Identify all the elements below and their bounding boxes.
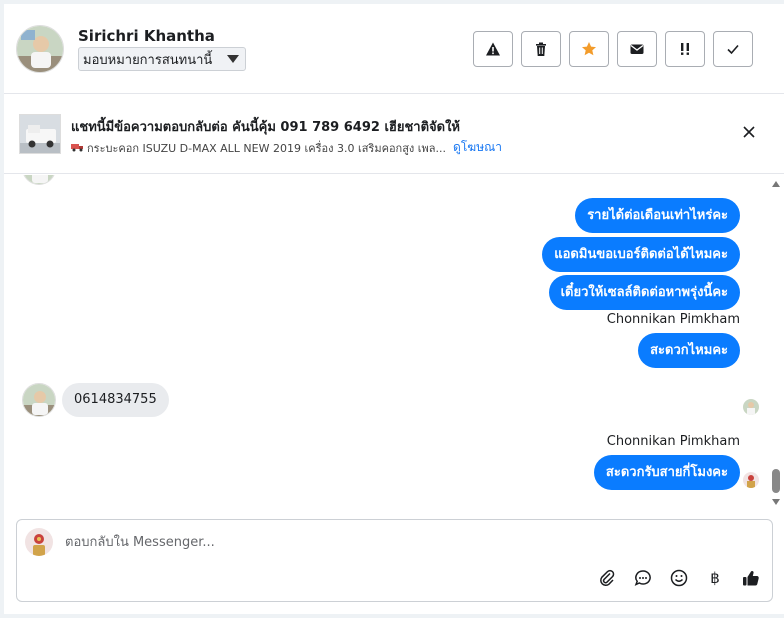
contact-avatar-small <box>22 175 56 185</box>
star-button[interactable] <box>569 31 609 67</box>
message-thread[interactable]: รายได้ต่อเดือนเท่าไหร่คะ แอดมินขอเบอร์ติ… <box>4 175 784 511</box>
paperclip-icon <box>600 569 615 587</box>
agent-avatar <box>743 472 759 488</box>
conversation-panel: Sirichri Khantha มอบหมายการสนทนานี้ แชทน… <box>4 4 784 614</box>
ad-title: แชทนี้มีข้อความตอบกลับต่อ คันนี้คุ้ม 091… <box>71 120 460 135</box>
truck-icon <box>71 144 83 152</box>
assign-label: มอบหมายการสนทนานี้ <box>83 52 213 68</box>
star-icon <box>582 42 596 56</box>
outgoing-message[interactable]: เดี๋ยวให้เซลล์ติดต่อหาพรุ่งนี้คะ <box>548 275 740 310</box>
composer-toolbar: ฿ <box>597 568 761 588</box>
contact-avatar[interactable] <box>16 25 64 73</box>
smiley-icon <box>670 569 688 587</box>
chevron-down-icon <box>227 55 239 63</box>
close-icon <box>743 126 755 138</box>
emoji-button[interactable] <box>669 568 689 588</box>
warning-icon <box>486 42 500 56</box>
follow-up-button[interactable] <box>665 31 705 67</box>
attach-button[interactable] <box>597 568 617 588</box>
mark-spam-button[interactable] <box>473 31 513 67</box>
scrollbar-thumb[interactable] <box>772 469 780 493</box>
ad-context-banner: แชทนี้มีข้อความตอบกลับต่อ คันนี้คุ้ม 091… <box>4 94 784 174</box>
mark-done-button[interactable] <box>713 31 753 67</box>
ad-thumbnail[interactable] <box>19 114 61 154</box>
outgoing-message[interactable]: แอดมินขอเบอร์ติดต่อได้ไหมคะ <box>542 237 740 272</box>
header-actions <box>473 31 753 67</box>
check-icon <box>727 44 739 55</box>
sender-name: Chonnikan Pimkham <box>606 434 740 449</box>
assign-conversation-dropdown[interactable]: มอบหมายการสนทนานี้ <box>78 47 246 71</box>
thread-scrollbar[interactable] <box>770 175 782 511</box>
outgoing-message[interactable]: สะดวกไหมคะ <box>638 333 740 368</box>
scroll-down-arrow-icon[interactable] <box>772 499 780 505</box>
sender-name: Chonnikan Pimkham <box>606 312 740 327</box>
outgoing-message[interactable]: สะดวกรับสายกี่โมงคะ <box>593 455 740 490</box>
mark-unread-button[interactable] <box>617 31 657 67</box>
scroll-up-arrow-icon[interactable] <box>772 181 780 187</box>
contact-avatar-small[interactable] <box>22 383 56 417</box>
conversation-header: Sirichri Khantha มอบหมายการสนทนานี้ <box>4 4 784 94</box>
close-ad-banner-button[interactable] <box>741 124 757 140</box>
payment-button[interactable]: ฿ <box>705 568 725 588</box>
thumbs-up-icon <box>743 571 759 586</box>
trash-icon <box>536 42 546 56</box>
seen-avatar <box>743 399 759 415</box>
view-ad-link[interactable]: ดูโฆษณา <box>453 138 502 157</box>
baht-icon: ฿ <box>710 569 720 587</box>
message-composer: ฿ <box>16 519 773 602</box>
follow-up-icon <box>681 43 689 55</box>
outgoing-message[interactable]: รายได้ต่อเดือนเท่าไหร่คะ <box>575 198 740 233</box>
ad-subtitle-row: กระบะคอก ISUZU D-MAX ALL NEW 2019 เครื่อ… <box>71 138 502 157</box>
agent-avatar <box>25 528 53 556</box>
incoming-message[interactable]: 0614834755 <box>62 383 169 417</box>
envelope-icon <box>630 44 644 54</box>
contact-name: Sirichri Khantha <box>78 27 215 45</box>
ad-subtitle: กระบะคอก ISUZU D-MAX ALL NEW 2019 เครื่อ… <box>87 141 447 155</box>
reply-input[interactable] <box>65 532 665 552</box>
delete-button[interactable] <box>521 31 561 67</box>
chat-bubble-icon <box>634 570 651 586</box>
saved-replies-button[interactable] <box>633 568 653 588</box>
send-like-button[interactable] <box>741 568 761 588</box>
